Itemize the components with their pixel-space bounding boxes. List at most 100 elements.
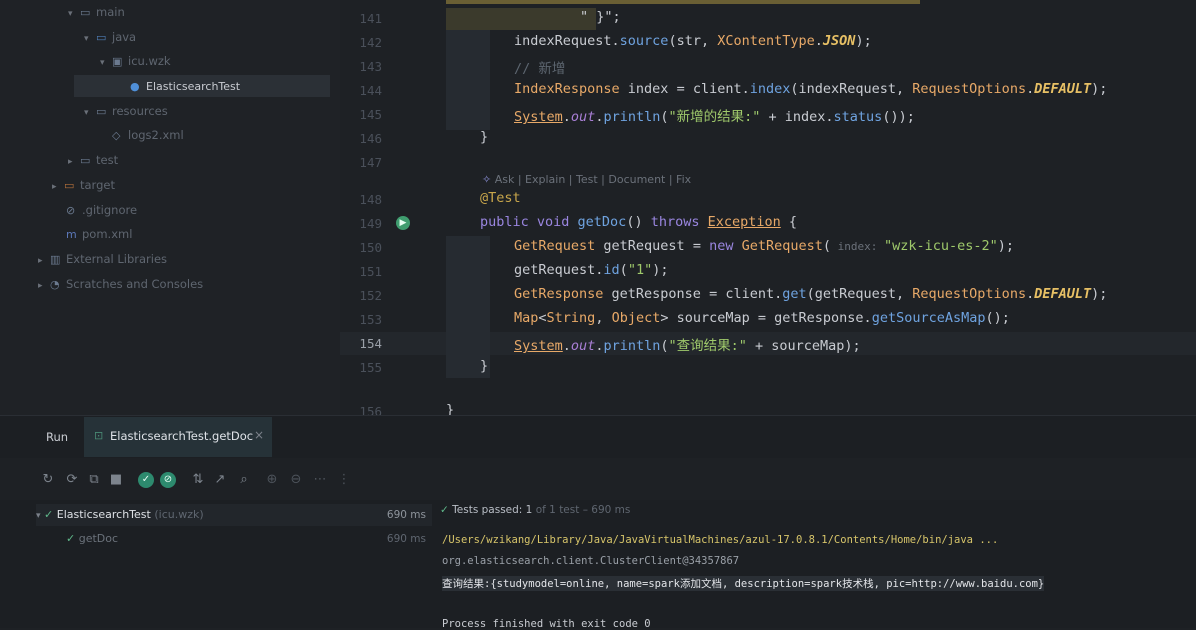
expand-icon[interactable]: ⊕ [264,472,280,488]
line-number: 148 [359,192,382,207]
folder-icon: ▭ [80,154,91,167]
folder-icon: ▭ [64,179,75,192]
show-passed-icon[interactable]: ✓ [138,472,154,488]
yellow-highlight-bar [446,0,920,4]
test-tab-icon: ⊡ [94,429,104,442]
code-line-151: getRequest.id("1"); [514,262,669,278]
parameter-hint-index: index: [831,240,884,253]
tree-item-label: target [80,178,115,192]
test-row-getdoc[interactable]: ✓ getDoc 690 ms [66,528,432,550]
line-number: 144 [359,83,382,98]
test-duration: 690 ms [386,509,426,521]
show-ignored-icon[interactable]: ⊘ [160,472,176,488]
chevron-down-icon[interactable]: ▾ [100,52,112,74]
tree-item-label: .gitignore [82,203,138,217]
code-line-141: " }"; [580,9,621,25]
run-panel-label[interactable]: Run [46,430,68,444]
rerun-failed-icon[interactable]: ⟳ [64,472,80,488]
tree-item-external-libraries[interactable]: ▸ ▥ External Libraries [38,248,167,270]
code-line-142: indexRequest.source(str, XContentType.JS… [514,33,872,49]
tree-item-target[interactable]: ▸ ▭ target [52,174,115,196]
tree-item-pom[interactable]: m pom.xml [66,223,132,245]
ai-action-hints[interactable]: ✧ Ask | Explain | Test | Document | Fix [482,173,691,186]
tree-item-gitignore[interactable]: ⊘ .gitignore [66,199,137,221]
tree-item-label: java [112,30,137,44]
tree-item-label: External Libraries [66,252,168,266]
folder-icon: ▭ [80,6,91,19]
library-icon: ▥ [50,253,61,266]
more-icon[interactable]: ⋯ [312,472,328,488]
scratch-icon: ◔ [50,278,60,291]
project-tree: ▾ ▭ main ▾ ▭ java ▾ ▣ icu.wzk ● ElasticsearchTe… [0,0,340,415]
line-number: 152 [359,288,382,303]
indent-guide-block [446,236,490,378]
folder-icon: ▭ [96,31,107,44]
tree-item-label: test [96,153,119,167]
line-number: 146 [359,131,382,146]
gitignore-icon: ⊘ [66,204,76,217]
console-line-cluster-client: org.elasticsearch.client.ClusterClient@3… [442,555,740,567]
line-number: 147 [359,155,382,170]
line-gutter: 141 142 143 144 145 146 147 148 149 150 … [340,0,440,419]
sparkle-icon: ✧ [482,173,492,186]
folder-icon: ▭ [96,105,107,118]
yellow-highlight-bar [446,8,596,30]
run-tab-elasticsearchtest-getdoc[interactable]: ⊡ ElasticsearchTest.getDoc × [84,417,272,457]
run-toolbar [0,464,1196,496]
tree-item-elasticsearchtest[interactable]: ● ElasticsearchTest [74,75,330,97]
test-row-elasticsearchtest[interactable]: ▾ ✓ ElasticsearchTest (icu.wzk) 690 ms [36,504,432,526]
test-passed-icon: ✓ [66,532,76,545]
line-number: 155 [359,360,382,375]
code-line-150: GetRequest getRequest = new GetRequest( … [514,238,1015,254]
console-line-exit: Process finished with exit code 0 [442,618,651,630]
tree-item-java[interactable]: ▾ ▭ java [84,26,136,48]
sort-alpha-icon[interactable]: ⇅ [190,472,206,488]
code-line-146: } [480,129,489,145]
tree-item-scratches[interactable]: ▸ ◔ Scratches and Consoles [38,273,203,295]
tree-item-resources[interactable]: ▾ ▭ resources [84,100,168,122]
class-icon: ● [130,80,140,93]
code-line-153: Map<String, Object> sourceMap = getRespo… [514,310,1010,326]
run-test-gutter-icon[interactable]: ▶ [396,216,410,230]
console-line-query-result: 查询结果:{studymodel=online, name=spark添加文档,… [442,576,1045,591]
code-line-155: } [480,358,489,374]
tree-item-label: Scratches and Consoles [66,277,204,291]
tree-item-test[interactable]: ▸ ▭ test [68,149,118,171]
chevron-right-icon[interactable]: ▸ [38,275,50,297]
chevron-right-icon[interactable]: ▸ [52,176,64,198]
run-tab-label: ElasticsearchTest.getDoc [110,429,254,443]
test-name: ElasticsearchTest [56,508,151,521]
collapse-icon[interactable]: ⊖ [288,472,304,488]
chevron-down-icon[interactable]: ▾ [36,511,41,521]
sort-duration-icon[interactable]: ↗ [212,472,228,488]
indent-guide-block [446,30,490,130]
tree-item-logs[interactable]: ◇ logs2.xml [112,124,184,146]
line-number: 149 [359,216,382,231]
test-duration: 690 ms [386,533,426,545]
line-number: 142 [359,35,382,50]
test-status: ✓ Tests passed: 1 of 1 test – 690 ms [440,504,631,516]
console-output[interactable]: ✓ Tests passed: 1 of 1 test – 690 ms /Us… [432,500,1196,630]
code-line-149: public void getDoc() throws Exception { [480,214,798,230]
code-line-145: System.out.println("新增的结果:" + index.stat… [514,109,915,125]
line-number: 150 [359,240,382,255]
chevron-right-icon[interactable]: ▸ [68,151,80,173]
tree-item-package[interactable]: ▾ ▣ icu.wzk [100,50,171,72]
chevron-down-icon[interactable]: ▾ [84,28,96,50]
search-icon[interactable]: ⌕ [236,472,252,488]
tree-item-label: resources [112,104,168,118]
test-name: getDoc [78,532,119,545]
more-options-icon[interactable]: ⋮ [336,472,352,488]
tree-item-label: main [96,5,125,19]
xml-icon: ◇ [112,129,121,142]
chevron-right-icon[interactable]: ▸ [38,250,50,272]
close-tab-icon[interactable]: × [254,428,264,442]
code-editor[interactable]: 141 142 143 144 145 146 147 148 149 150 … [340,0,1196,419]
chevron-down-icon[interactable]: ▾ [68,3,80,25]
tree-item-main[interactable]: ▾ ▭ main [68,1,125,23]
test-results-tree: ▾ ✓ ElasticsearchTest (icu.wzk) 690 ms ✓… [0,500,432,628]
rerun-icon[interactable]: ↻ [40,472,56,488]
chevron-down-icon[interactable]: ▾ [84,102,96,124]
stop-icon[interactable]: ■ [108,472,124,488]
toggle-auto-test-icon[interactable]: ⧉ [86,472,102,488]
